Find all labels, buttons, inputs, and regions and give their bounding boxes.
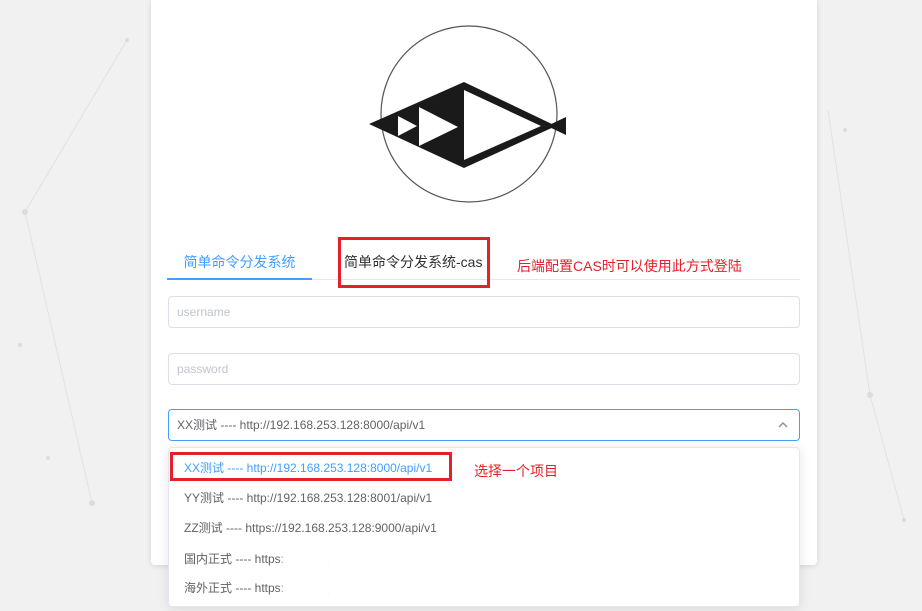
- tab-simple-command-system[interactable]: 简单命令分发系统: [167, 240, 312, 279]
- project-select-value: XX测试 ---- http://192.168.253.128:8000/ap…: [177, 418, 426, 432]
- project-option-domestic[interactable]: 国内正式 ---- https: :9000/api/v1: [169, 544, 799, 574]
- project-option-overseas[interactable]: 海外正式 ---- https: :9000/api/v1: [169, 573, 799, 603]
- project-option-zz[interactable]: ZZ测试 ---- https://192.168.253.128:9000/a…: [169, 513, 799, 543]
- redaction-blur: [283, 550, 363, 568]
- password-input[interactable]: [168, 353, 800, 385]
- tab-simple-command-system-cas[interactable]: 简单命令分发系统-cas: [344, 240, 482, 279]
- fish-logo-icon: [369, 25, 566, 203]
- select-annotation-text: 选择一个项目: [474, 463, 558, 479]
- project-select[interactable]: XX测试 ---- http://192.168.253.128:8000/ap…: [168, 409, 800, 441]
- project-option-yy[interactable]: YY测试 ---- http://192.168.253.128:8001/ap…: [169, 483, 799, 513]
- chevron-up-icon: [778, 421, 788, 428]
- active-tab-indicator: [167, 278, 312, 280]
- cas-annotation-text: 后端配置CAS时可以使用此方式登陆: [517, 258, 742, 274]
- username-input[interactable]: [168, 296, 800, 328]
- redaction-blur: [283, 579, 363, 597]
